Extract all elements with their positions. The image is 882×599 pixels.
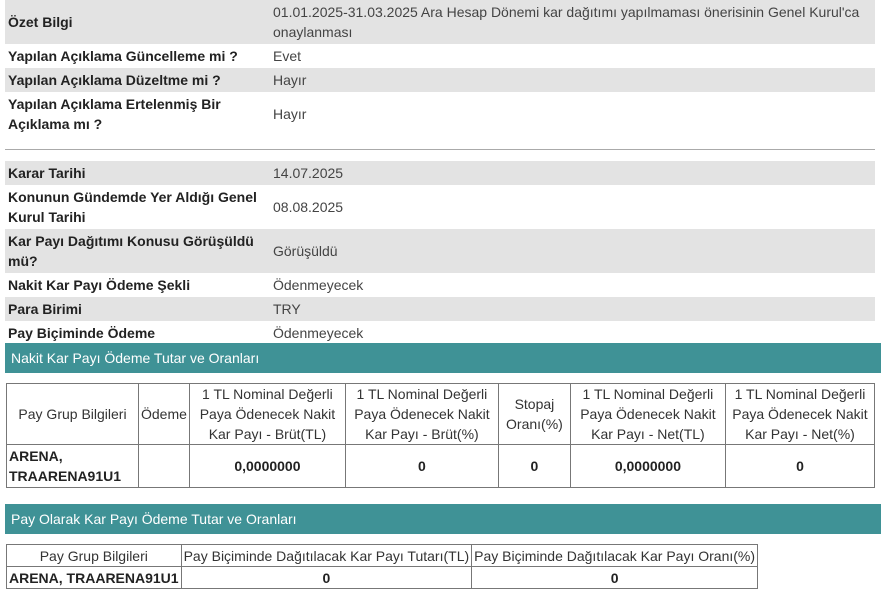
table-row: ARENA, TRAARENA91U1 0 0: [6, 566, 759, 589]
info-row: Yapılan Açıklama Güncelleme mi ? Evet: [5, 44, 875, 68]
info-value: TRY: [266, 297, 875, 321]
info-label: Konunun Gündemde Yer Aldığı Genel Kurul …: [8, 189, 257, 225]
cash-dividend-table: Pay Grup Bilgileri Ödeme 1 TL Nominal De…: [6, 383, 876, 488]
table-cell: ARENA, TRAARENA91U1: [6, 566, 182, 589]
disclosure-summary: Özet Bilgi 01.01.2025-31.03.2025 Ara Hes…: [5, 0, 875, 345]
info-row: Yapılan Açıklama Düzeltme mi ? Hayır: [5, 68, 875, 92]
info-label: Pay Biçiminde Ödeme: [8, 325, 156, 341]
info-table-general: Özet Bilgi 01.01.2025-31.03.2025 Ara Hes…: [5, 0, 875, 136]
table-header-row: Pay Grup Bilgileri Ödeme 1 TL Nominal De…: [6, 383, 876, 445]
column-header: Stopaj Oranı(%): [497, 383, 571, 445]
info-value: Hayır: [273, 106, 307, 122]
info-value: 01.01.2025-31.03.2025 Ara Hesap Dönemi k…: [266, 0, 875, 44]
table-header-row: Pay Grup Bilgileri Pay Biçiminde Dağıtıl…: [6, 544, 759, 567]
info-label: Özet Bilgi: [5, 0, 266, 44]
info-label: Kar Payı Dağıtımı Konusu Görüşüldü mü?: [5, 229, 266, 273]
column-header: 1 TL Nominal Değerli Paya Ödenecek Nakit…: [569, 383, 726, 445]
info-value: 08.08.2025: [273, 199, 344, 215]
info-row: Kar Payı Dağıtımı Konusu Görüşüldü mü? G…: [5, 229, 875, 273]
info-row: Para Birimi TRY: [5, 297, 875, 321]
column-header: Pay Grup Bilgileri: [6, 383, 139, 445]
share-dividend-table: Pay Grup Bilgileri Pay Biçiminde Dağıtıl…: [6, 544, 759, 589]
column-header: Pay Grup Bilgileri: [6, 544, 182, 567]
info-value: Görüşüldü: [266, 229, 875, 273]
info-label: Karar Tarihi: [5, 161, 266, 185]
info-row: Özet Bilgi 01.01.2025-31.03.2025 Ara Hes…: [5, 0, 875, 44]
info-label: Nakit Kar Payı Ödeme Şekli: [8, 277, 191, 293]
info-row: Yapılan Açıklama Ertelenmiş Bir Açıklama…: [5, 92, 875, 136]
info-value: Evet: [273, 48, 302, 64]
table-cell: 0: [180, 566, 473, 589]
table-cell: 0: [471, 566, 759, 589]
column-header: Pay Biçiminde Dağıtılacak Kar Payı Oranı…: [471, 544, 759, 567]
info-label: Para Birimi: [5, 297, 266, 321]
column-header: Pay Biçiminde Dağıtılacak Kar Payı Tutar…: [180, 544, 473, 567]
section-title-cash-dividend: Nakit Kar Payı Ödeme Tutar ve Oranları: [5, 343, 881, 373]
section-title-share-dividend: Pay Olarak Kar Payı Ödeme Tutar ve Oranl…: [5, 504, 881, 534]
info-label: Yapılan Açıklama Güncelleme mi ?: [8, 48, 238, 64]
info-row: Nakit Kar Payı Ödeme Şekli Ödenmeyecek: [5, 273, 875, 297]
table-row: ARENA, TRAARENA91U1 0,0000000 0 0 0,0000…: [6, 444, 876, 488]
info-value: 14.07.2025: [266, 161, 875, 185]
column-header: Ödeme: [138, 383, 190, 445]
table-cell: 0: [344, 444, 499, 488]
column-header: 1 TL Nominal Değerli Paya Ödenecek Nakit…: [188, 383, 346, 445]
table-cell: ARENA, TRAARENA91U1: [6, 444, 139, 488]
info-label: Yapılan Açıklama Ertelenmiş Bir Açıklama…: [8, 96, 221, 132]
divider: [5, 136, 875, 150]
table-cell: 0,0000000: [188, 444, 346, 488]
info-row: Konunun Gündemde Yer Aldığı Genel Kurul …: [5, 185, 875, 229]
column-header: 1 TL Nominal Değerli Paya Ödenecek Nakit…: [344, 383, 499, 445]
table-cell: 0: [497, 444, 571, 488]
info-value: Hayır: [266, 68, 875, 92]
column-header: 1 TL Nominal Değerli Paya Ödenecek Nakit…: [724, 383, 876, 445]
info-label: Yapılan Açıklama Düzeltme mi ?: [5, 68, 266, 92]
table-cell: 0,0000000: [569, 444, 726, 488]
info-row: Karar Tarihi 14.07.2025: [5, 161, 875, 185]
info-value: Ödenmeyecek: [273, 325, 364, 341]
table-cell: [138, 444, 190, 488]
info-row: Pay Biçiminde Ödeme Ödenmeyecek: [5, 321, 875, 345]
info-value: Ödenmeyecek: [273, 277, 364, 293]
table-cell: 0: [724, 444, 876, 488]
info-table-decision: Karar Tarihi 14.07.2025 Konunun Gündemde…: [5, 161, 875, 345]
